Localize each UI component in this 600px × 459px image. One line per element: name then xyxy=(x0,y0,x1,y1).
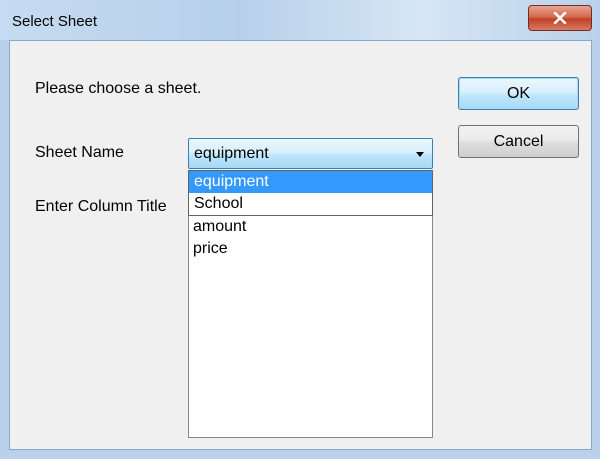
close-icon xyxy=(553,12,567,24)
dropdown-option-school[interactable]: School xyxy=(189,193,432,215)
close-button[interactable] xyxy=(528,5,592,31)
list-item-amount[interactable]: amount xyxy=(189,216,432,238)
ok-button[interactable]: OK xyxy=(458,77,579,110)
window-title: Select Sheet xyxy=(12,13,98,30)
select-sheet-dialog: Select Sheet Please choose a sheet. Shee… xyxy=(0,0,600,459)
sheet-name-dropdown-list: equipment School xyxy=(188,170,433,216)
prompt-text: Please choose a sheet. xyxy=(35,80,202,97)
dropdown-option-equipment[interactable]: equipment xyxy=(189,171,432,193)
cancel-button[interactable]: Cancel xyxy=(458,125,579,158)
title-bar[interactable]: Select Sheet xyxy=(0,0,600,40)
chevron-down-icon[interactable] xyxy=(416,152,424,157)
sheet-name-label: Sheet Name xyxy=(35,144,124,161)
column-title-label: Enter Column Title xyxy=(35,198,167,215)
column-title-listbox[interactable]: amount price xyxy=(188,192,433,438)
sheet-name-combobox[interactable]: equipment xyxy=(188,138,433,169)
list-item-price[interactable]: price xyxy=(189,238,432,260)
sheet-name-value: equipment xyxy=(194,145,269,162)
